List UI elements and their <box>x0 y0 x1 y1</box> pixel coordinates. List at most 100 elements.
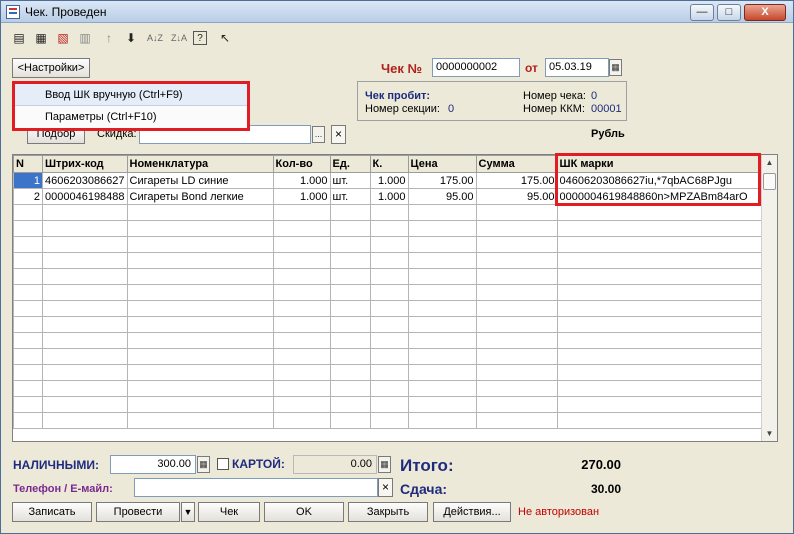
empty-cell <box>556 300 763 317</box>
empty-cell <box>42 396 128 413</box>
cell-item[interactable]: Сигареты Bond легкие <box>126 188 274 205</box>
check-button[interactable]: Чек <box>198 502 260 522</box>
cell-unit[interactable]: шт. <box>329 188 371 205</box>
empty-cell <box>407 396 477 413</box>
card-checkbox[interactable] <box>217 458 229 470</box>
scroll-up-icon[interactable]: ▲ <box>762 155 777 170</box>
minimize-button[interactable]: — <box>690 4 714 21</box>
cell-price[interactable]: 95.00 <box>407 188 477 205</box>
kkm-label: Номер ККМ: <box>523 103 585 115</box>
empty-cell <box>42 300 128 317</box>
col-header-n[interactable]: N <box>13 155 43 173</box>
cell-mark-barcode[interactable]: 0000004619848860n>MPZABm84arO <box>556 188 763 205</box>
cell-barcode[interactable]: 4606203086627 <box>42 172 128 189</box>
vertical-scrollbar[interactable]: ▲ ▼ <box>761 155 777 441</box>
cell-item[interactable]: Сигареты LD синие <box>126 172 274 189</box>
cell-qty[interactable]: 1.000 <box>272 188 331 205</box>
empty-cell <box>42 412 128 429</box>
empty-row <box>13 284 763 301</box>
sort-asc-icon[interactable]: A↓Z <box>145 28 165 48</box>
col-header-mark-barcode[interactable]: ШК марки <box>556 155 763 173</box>
delete-row-icon[interactable]: ▧ <box>53 28 73 48</box>
copy-row-icon[interactable]: ▥ <box>75 28 95 48</box>
empty-cell <box>369 412 409 429</box>
new-row-icon[interactable]: ▤ <box>9 28 29 48</box>
total-label: Итого: <box>400 456 454 475</box>
cell-n[interactable]: 1 <box>13 172 43 189</box>
table-header-row: N Штрих-код Номенклатура Кол-во Ед. К. Ц… <box>13 155 763 173</box>
post-button[interactable]: Провести <box>96 502 180 522</box>
move-down-icon[interactable]: ⬇ <box>121 28 141 48</box>
cell-price[interactable]: 175.00 <box>407 172 477 189</box>
sort-desc-icon[interactable]: Z↓A <box>169 28 189 48</box>
empty-cell <box>329 252 371 269</box>
col-header-qty[interactable]: Кол-во <box>272 155 331 173</box>
discount-clear-icon[interactable]: × <box>331 125 346 144</box>
empty-cell <box>369 236 409 253</box>
cell-mark-barcode[interactable]: 04606203086627iu,*7qbAC68PJgu <box>556 172 763 189</box>
empty-cell <box>407 236 477 253</box>
ok-button[interactable]: OK <box>264 502 344 522</box>
empty-cell <box>42 236 128 253</box>
empty-cell <box>369 364 409 381</box>
empty-cell <box>369 348 409 365</box>
whats-this-icon[interactable]: ↖ <box>215 28 235 48</box>
check-number-field[interactable]: 0000000002 <box>432 58 520 77</box>
empty-cell <box>272 412 331 429</box>
discount-select-button[interactable]: ... <box>312 126 325 143</box>
phone-clear-icon[interactable]: × <box>378 478 393 497</box>
cell-coef[interactable]: 1.000 <box>369 188 409 205</box>
settings-button[interactable]: <Настройки> <box>12 58 90 78</box>
scroll-down-icon[interactable]: ▼ <box>762 426 777 441</box>
empty-cell <box>13 204 43 221</box>
post-dropdown-icon[interactable]: ▼ <box>181 502 195 522</box>
empty-cell <box>369 252 409 269</box>
help-icon[interactable]: ? <box>193 31 207 45</box>
col-header-sum[interactable]: Сумма <box>475 155 558 173</box>
col-header-price[interactable]: Цена <box>407 155 477 173</box>
empty-row <box>13 364 763 381</box>
cell-n[interactable]: 2 <box>13 188 43 205</box>
col-header-coef[interactable]: К. <box>369 155 409 173</box>
cash-calculator-icon[interactable]: ▦ <box>197 456 210 473</box>
empty-cell <box>556 364 763 381</box>
empty-cell <box>329 300 371 317</box>
maximize-button[interactable]: □ <box>717 4 741 21</box>
record-button[interactable]: Записать <box>12 502 92 522</box>
empty-cell <box>369 380 409 397</box>
close-form-button[interactable]: Закрыть <box>348 502 428 522</box>
empty-cell <box>475 380 558 397</box>
empty-cell <box>272 204 331 221</box>
actions-button[interactable]: Действия... <box>433 502 511 522</box>
col-header-item[interactable]: Номенклатура <box>126 155 274 173</box>
menu-item-parameters[interactable]: Параметры (Ctrl+F10) <box>15 106 247 128</box>
table-row[interactable]: 2 0000046198488 Сигареты Bond легкие 1.000 ш… <box>13 188 763 205</box>
cell-qty[interactable]: 1.000 <box>272 172 331 189</box>
phone-email-label: Телефон / E-майл: <box>13 483 113 495</box>
cell-sum[interactable]: 175.00 <box>475 172 558 189</box>
empty-cell <box>42 252 128 269</box>
cell-sum[interactable]: 95.00 <box>475 188 558 205</box>
empty-cell <box>42 332 128 349</box>
scroll-thumb[interactable] <box>763 173 776 190</box>
cash-field[interactable]: 300.00 <box>110 455 196 474</box>
empty-cell <box>556 220 763 237</box>
move-up-icon[interactable]: ↑ <box>99 28 119 48</box>
cell-unit[interactable]: шт. <box>329 172 371 189</box>
menu-item-manual-barcode[interactable]: Ввод ШК вручную (Ctrl+F9) <box>15 84 247 106</box>
section-label: Номер секции: <box>365 103 440 115</box>
close-button[interactable]: X <box>744 4 786 21</box>
calendar-icon[interactable]: ▦ <box>609 59 622 76</box>
col-header-barcode[interactable]: Штрих-код <box>42 155 128 173</box>
empty-cell <box>42 348 128 365</box>
col-header-unit[interactable]: Ед. <box>329 155 371 173</box>
phone-email-field[interactable] <box>134 478 378 497</box>
date-field[interactable]: 05.03.19 <box>545 58 609 77</box>
table-row[interactable]: 1 4606203086627 Сигареты LD синие 1.000 шт. 1… <box>13 172 763 189</box>
cell-barcode[interactable]: 0000046198488 <box>42 188 128 205</box>
empty-cell <box>369 396 409 413</box>
empty-cell <box>13 396 43 413</box>
cell-coef[interactable]: 1.000 <box>369 172 409 189</box>
edit-row-icon[interactable]: ▦ <box>31 28 51 48</box>
empty-cell <box>329 396 371 413</box>
